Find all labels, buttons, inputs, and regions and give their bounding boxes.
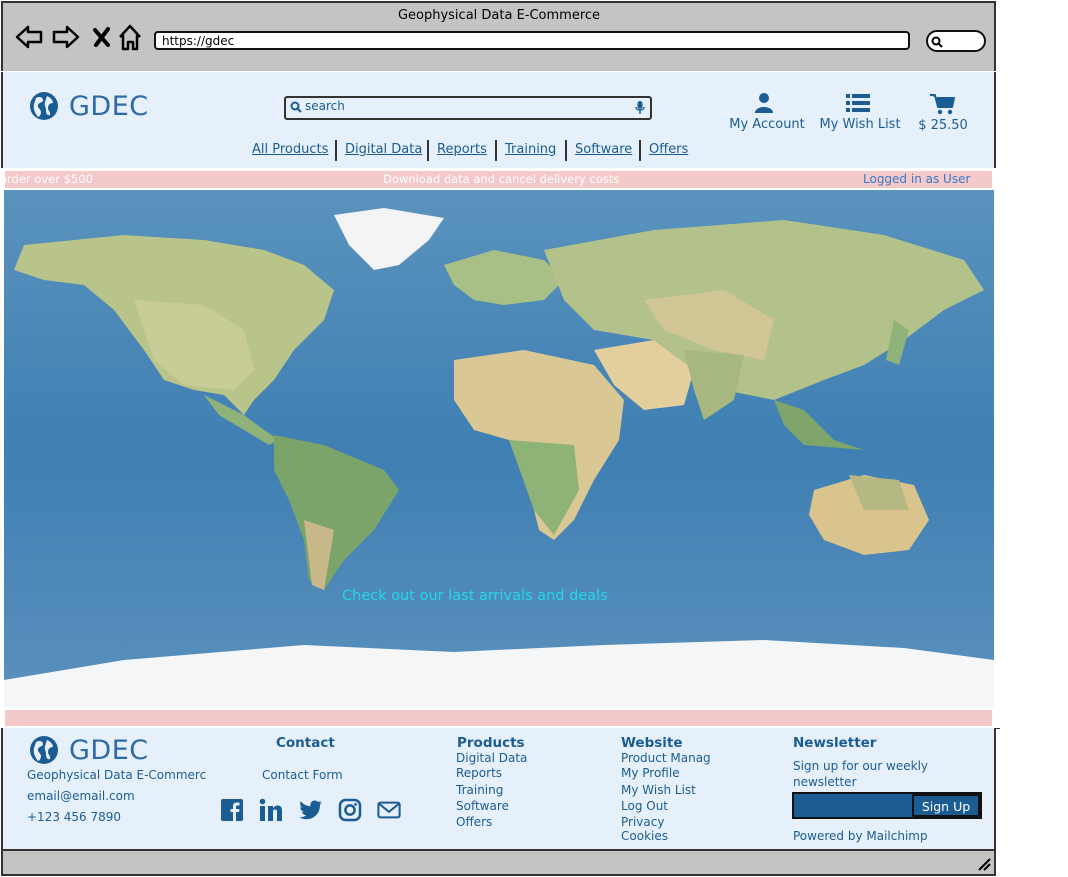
cart-total[interactable]: $ 25.50 bbox=[912, 118, 974, 133]
list-icon[interactable] bbox=[846, 93, 870, 113]
search-icon bbox=[931, 36, 943, 48]
forward-arrow-icon[interactable] bbox=[51, 22, 81, 52]
browser-status-bar bbox=[1, 849, 996, 876]
stop-icon[interactable] bbox=[88, 22, 118, 52]
sign-up-button[interactable]: Sign Up bbox=[912, 794, 980, 817]
footer-link-offers[interactable]: Offers bbox=[456, 815, 492, 829]
world-map-image bbox=[4, 190, 994, 707]
footer-email[interactable]: email@email.com bbox=[27, 789, 135, 803]
mail-icon[interactable] bbox=[377, 798, 401, 822]
facebook-icon[interactable] bbox=[220, 798, 244, 822]
hero-world-map[interactable] bbox=[4, 190, 994, 707]
contact-heading: Contact bbox=[276, 735, 335, 751]
powered-by-mailchimp[interactable]: Powered by Mailchimp bbox=[793, 829, 928, 843]
instagram-icon[interactable] bbox=[338, 798, 362, 822]
home-icon[interactable] bbox=[116, 22, 146, 52]
promo-left-text: order over $500 bbox=[0, 172, 93, 186]
footer-link-my-profile[interactable]: My Profile bbox=[621, 766, 680, 780]
footer-link-training[interactable]: Training bbox=[456, 783, 503, 797]
footer-link-product-manag[interactable]: Product Manag bbox=[621, 751, 711, 765]
nav-digital-data[interactable]: Digital Data bbox=[345, 142, 422, 157]
login-status[interactable]: Logged in as User bbox=[863, 172, 970, 186]
globe-icon[interactable] bbox=[29, 735, 59, 765]
browser-search-field[interactable] bbox=[926, 30, 986, 52]
divider bbox=[996, 728, 1000, 729]
contact-form-link[interactable]: Contact Form bbox=[262, 768, 343, 782]
linkedin-icon[interactable] bbox=[259, 798, 283, 822]
newsletter-description: Sign up for our weekly newsletter bbox=[793, 759, 928, 789]
products-heading: Products bbox=[457, 735, 525, 751]
back-arrow-icon[interactable] bbox=[14, 22, 44, 52]
url-bar[interactable]: https://gdec bbox=[154, 31, 910, 50]
footer-link-privacy[interactable]: Privacy bbox=[621, 815, 664, 829]
nav-divider bbox=[335, 140, 337, 161]
site-logo-text[interactable]: GDEC bbox=[69, 91, 149, 122]
search-icon bbox=[290, 101, 302, 113]
newsletter-heading: Newsletter bbox=[793, 735, 877, 751]
my-wish-list-link[interactable]: My Wish List bbox=[817, 117, 903, 132]
nav-reports[interactable]: Reports bbox=[437, 142, 487, 157]
cart-icon[interactable] bbox=[930, 93, 955, 115]
nav-divider bbox=[639, 140, 641, 161]
resize-grip-icon[interactable] bbox=[976, 856, 992, 872]
promo-center-text: Download data and cancel delivery costs bbox=[383, 172, 620, 186]
footer-link-software[interactable]: Software bbox=[456, 799, 509, 813]
footer-link-log-out[interactable]: Log Out bbox=[621, 799, 668, 813]
globe-icon[interactable] bbox=[29, 91, 59, 121]
footer-link-my-wish-list[interactable]: My Wish List bbox=[621, 783, 696, 797]
user-icon[interactable] bbox=[754, 92, 774, 114]
window-title: Geophysical Data E-Commerce bbox=[397, 8, 601, 23]
footer-link-digital-data[interactable]: Digital Data bbox=[456, 751, 527, 765]
footer-company-name: Geophysical Data E-Commerc bbox=[27, 768, 207, 782]
nav-divider bbox=[427, 140, 429, 161]
website-heading: Website bbox=[621, 735, 683, 751]
nav-divider bbox=[495, 140, 497, 161]
footer-logo-text[interactable]: GDEC bbox=[69, 735, 149, 766]
bottom-promo-strip bbox=[5, 710, 992, 726]
nav-training[interactable]: Training bbox=[505, 142, 556, 157]
nav-divider bbox=[565, 140, 567, 161]
footer-link-cookies[interactable]: Cookies bbox=[621, 829, 668, 843]
microphone-icon[interactable] bbox=[634, 100, 646, 115]
twitter-icon[interactable] bbox=[299, 798, 323, 822]
nav-offers[interactable]: Offers bbox=[649, 142, 688, 157]
search-placeholder: search bbox=[305, 99, 345, 113]
footer-phone: +123 456 7890 bbox=[27, 810, 122, 824]
hero-caption[interactable]: Check out our last arrivals and deals bbox=[342, 588, 608, 604]
nav-software[interactable]: Software bbox=[575, 142, 632, 157]
footer-link-reports[interactable]: Reports bbox=[456, 766, 502, 780]
nav-all-products[interactable]: All Products bbox=[252, 142, 328, 157]
my-account-link[interactable]: My Account bbox=[727, 117, 807, 132]
